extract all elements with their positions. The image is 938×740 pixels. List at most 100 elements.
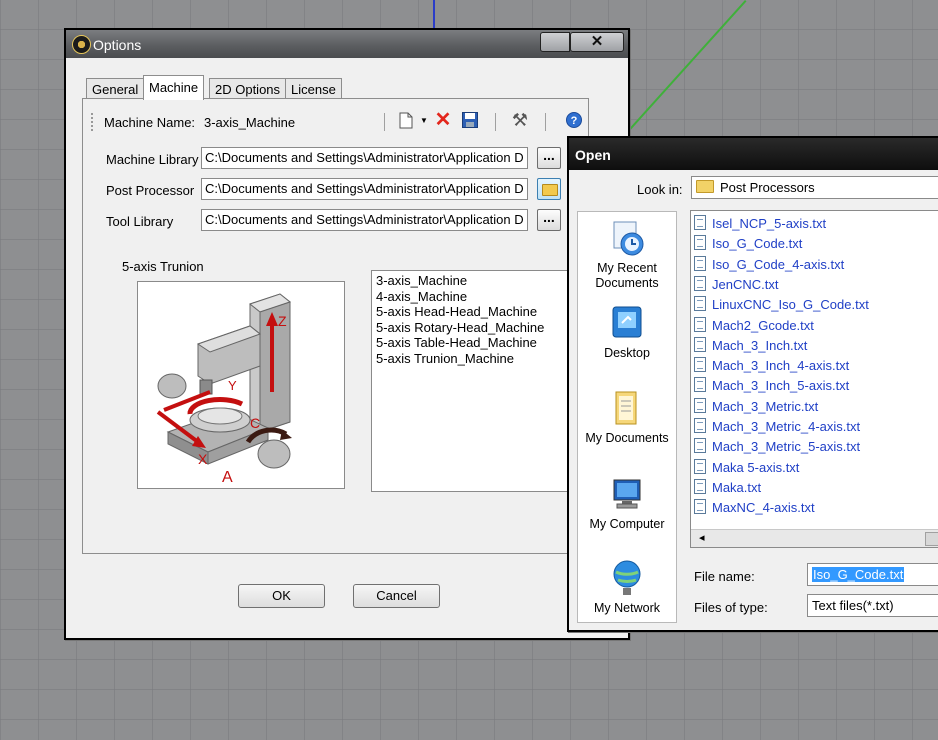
axis-label-c: C [250, 415, 260, 431]
file-name: MaxNC_4-axis.txt [712, 500, 815, 516]
file-name: Mach_3_Metric.txt [712, 398, 819, 414]
help-icon[interactable]: ? [565, 112, 583, 130]
machine-list-item[interactable]: 5-axis Table-Head_Machine [376, 335, 584, 351]
text-file-icon [694, 458, 706, 474]
options-titlebar[interactable]: Options ✕ [66, 30, 628, 58]
file-item[interactable]: JenCNC.txt [694, 275, 778, 296]
trunion-machine-illustration: Z Y C X A [156, 293, 292, 486]
post-processor-browse-button[interactable] [537, 178, 561, 200]
dropdown-arrow-icon[interactable]: ▼ [415, 112, 433, 130]
machine-library-field[interactable]: C:\Documents and Settings\Administrator\… [201, 147, 528, 169]
open-title: Open [575, 147, 611, 163]
scroll-left-icon[interactable]: ◂ [699, 531, 705, 544]
place-recent-documents[interactable]: My Recent Documents [578, 218, 676, 291]
ok-button[interactable]: OK [238, 584, 325, 608]
machine-name-label: Machine Name: [104, 115, 196, 130]
file-item[interactable]: Mach_3_Inch_4-axis.txt [694, 357, 849, 377]
my-computer-icon [613, 479, 641, 509]
file-item[interactable]: Mach_3_Metric_4-axis.txt [694, 418, 860, 438]
files-of-type-select[interactable]: Text files(*.txt) [807, 594, 938, 617]
file-name-value: Iso_G_Code.txt [810, 566, 906, 583]
file-name: Mach_3_Metric_5-axis.txt [712, 439, 861, 455]
new-document-icon[interactable] [397, 112, 415, 130]
machine-list-item[interactable]: 5-axis Rotary-Head_Machine [376, 320, 584, 336]
tab-general[interactable]: General [86, 78, 145, 99]
tab-2d-options[interactable]: 2D Options [209, 78, 287, 99]
tab-machine[interactable]: Machine [143, 75, 205, 100]
preview-label: 5-axis Trunion [122, 259, 204, 274]
text-file-icon [694, 418, 706, 433]
file-name: Maka 5-axis.txt [712, 459, 800, 475]
place-my-computer[interactable]: My Computer [578, 474, 676, 532]
place-label: My Computer [589, 517, 665, 531]
file-name-label: File name: [694, 569, 755, 584]
post-processor-field[interactable]: C:\Documents and Settings\Administrator\… [201, 178, 528, 200]
machine-library-browse-button[interactable]: ... [537, 147, 561, 169]
file-item[interactable]: Mach2_Gcode.txt [694, 316, 814, 337]
machine-list-item[interactable]: 4-axis_Machine [376, 289, 584, 305]
place-desktop[interactable]: Desktop [578, 303, 676, 361]
viewport-axis-green [611, 0, 747, 150]
look-in-combo[interactable]: Post Processors [691, 176, 938, 199]
file-item[interactable]: Mach_3_Inch.txt [694, 336, 808, 357]
tool-library-browse-button[interactable]: ... [537, 209, 561, 231]
text-file-icon [694, 397, 706, 413]
file-item[interactable]: Mach_3_Metric_5-axis.txt [694, 438, 860, 458]
file-item[interactable]: Iso_G_Code.txt [694, 235, 802, 255]
file-item[interactable]: Maka.txt [694, 478, 761, 499]
text-file-icon [694, 336, 706, 352]
text-file-icon [694, 478, 706, 494]
machine-list[interactable]: 3-axis_Machine 4-axis_Machine 5-axis Hea… [371, 270, 589, 492]
toolbar-grip [91, 113, 95, 131]
horizontal-scrollbar[interactable]: ◂ [691, 529, 938, 547]
file-name: Iso_G_Code.txt [712, 236, 803, 252]
files-of-type-value: Text files(*.txt) [812, 598, 894, 613]
delete-icon[interactable]: ✕ [434, 110, 452, 130]
text-file-icon [694, 316, 706, 332]
machine-list-item[interactable]: 5-axis Head-Head_Machine [376, 304, 584, 320]
file-item[interactable]: Mach_3_Inch_5-axis.txt [694, 377, 849, 397]
machine-name-value: 3-axis_Machine [204, 115, 296, 130]
places-bar: My Recent Documents Desktop My Documents… [577, 211, 677, 623]
text-file-icon [694, 235, 706, 251]
scroll-thumb[interactable] [925, 532, 938, 546]
open-folder-icon [542, 184, 558, 196]
file-name: Mach_3_Inch.txt [712, 337, 808, 353]
axis-label-z: Z [278, 313, 287, 329]
file-item[interactable]: Mach_3_Metric.txt [694, 397, 819, 418]
text-file-icon [694, 275, 706, 291]
toolbar-separator [545, 113, 546, 131]
file-name: Iso_G_Code_4-axis.txt [712, 256, 845, 272]
file-name: Mach_3_Inch_4-axis.txt [712, 358, 850, 374]
close-button[interactable]: ✕ [570, 32, 624, 52]
open-titlebar[interactable]: Open [569, 138, 938, 170]
place-label: My Recent Documents [595, 261, 659, 290]
look-in-value: Post Processors [720, 180, 815, 195]
file-item[interactable]: MaxNC_4-axis.txt [694, 499, 815, 519]
file-item[interactable]: Isel_NCP_5-axis.txt [694, 215, 826, 235]
look-in-label: Look in: [637, 182, 683, 197]
machine-panel: Machine Name: 3-axis_Machine ▼ ✕ ⚒ ? Mac… [82, 98, 589, 554]
place-label: Desktop [604, 346, 650, 360]
file-name-input[interactable]: Iso_G_Code.txt [807, 563, 938, 586]
tab-license[interactable]: License [285, 78, 342, 99]
file-name: Isel_NCP_5-axis.txt [712, 216, 827, 231]
place-my-network[interactable]: My Network [578, 558, 676, 616]
place-my-documents[interactable]: My Documents [578, 388, 676, 446]
cancel-button[interactable]: Cancel [353, 584, 440, 608]
desktop-icon [612, 306, 642, 338]
file-item[interactable]: LinuxCNC_Iso_G_Code.txt [694, 296, 869, 316]
my-network-icon [613, 560, 641, 595]
text-file-icon [694, 255, 706, 271]
file-list[interactable]: Isel_NCP_5-axis.txt Iso_G_Code.txt Iso_G… [690, 210, 938, 548]
minimize-button[interactable] [540, 32, 570, 52]
machine-list-item[interactable]: 5-axis Trunion_Machine [376, 351, 584, 367]
file-item[interactable]: Iso_G_Code_4-axis.txt [694, 255, 845, 276]
save-icon[interactable] [461, 112, 479, 130]
file-name: Mach_3_Inch_5-axis.txt [712, 378, 850, 394]
machine-list-item[interactable]: 3-axis_Machine [376, 273, 584, 289]
file-item[interactable]: Maka 5-axis.txt [694, 458, 800, 479]
tools-icon[interactable]: ⚒ [511, 111, 529, 129]
tool-library-field[interactable]: C:\Documents and Settings\Administrator\… [201, 209, 528, 231]
file-name: Mach2_Gcode.txt [712, 317, 814, 333]
